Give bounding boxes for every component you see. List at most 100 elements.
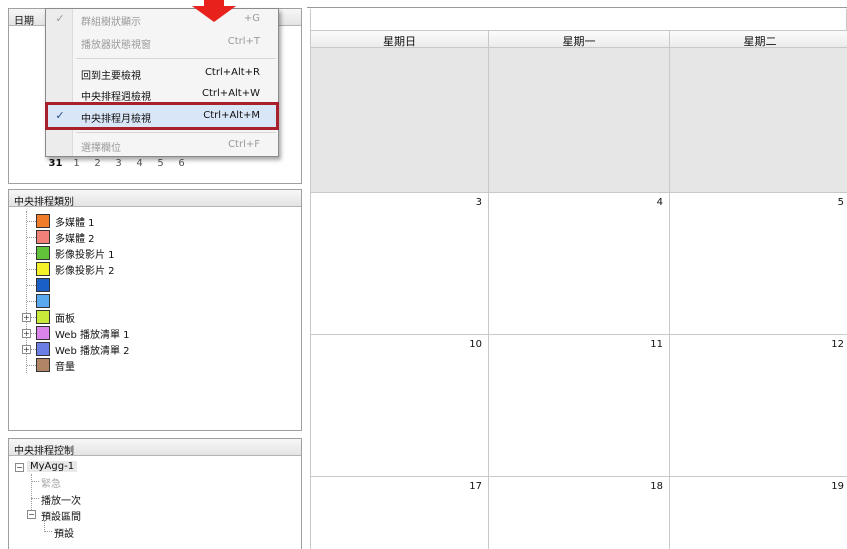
day-cell[interactable]: 18 — [488, 477, 669, 549]
menu-item-group-tree-view[interactable]: ✓ 群組樹狀顯示 +G — [46, 9, 278, 29]
month-calendar: 星期日 星期一 星期二 3 4 5 10 11 12 17 18 19 — [307, 0, 847, 549]
category-label: 影像投影片 2 — [55, 265, 115, 277]
day-cell[interactable]: 17 — [310, 477, 488, 549]
control-item-emergency[interactable]: 緊急 — [41, 475, 61, 490]
category-label: 多媒體 1 — [55, 217, 95, 229]
menu-item-label: 中央排程月檢視 — [81, 114, 151, 125]
calendar-title-area — [310, 9, 847, 30]
expand-icon[interactable]: + — [22, 345, 31, 354]
week-row: 17 18 19 — [310, 477, 847, 549]
category-panel-title: 中央排程類別 — [9, 190, 301, 208]
mini-calendar-day[interactable]: 6 — [171, 158, 192, 169]
tree-connector — [27, 301, 36, 302]
mini-calendar-day[interactable]: 1 — [66, 158, 87, 169]
category-color-swatch — [36, 278, 50, 292]
day-cell[interactable]: 19 — [669, 477, 847, 549]
control-panel-title: 中央排程控制 — [9, 439, 301, 457]
tree-connector — [27, 221, 36, 222]
day-number: 17 — [469, 481, 482, 492]
check-icon: ✓ — [55, 109, 65, 122]
day-cell[interactable]: 3 — [310, 193, 488, 335]
day-number: 10 — [469, 339, 482, 350]
expand-icon[interactable]: + — [22, 313, 31, 322]
category-color-swatch — [36, 326, 50, 340]
control-item-play-once[interactable]: 播放一次 — [41, 492, 81, 507]
category-color-swatch — [36, 310, 50, 324]
day-number: 11 — [650, 339, 663, 350]
day-header-monday: 星期一 — [488, 30, 669, 48]
menu-item-return-main-view[interactable]: 回到主要檢視 Ctrl+Alt+R — [46, 63, 278, 83]
category-item[interactable]: 影像投影片 2 — [36, 261, 115, 277]
menu-item-week-view[interactable]: 中央排程週檢視 Ctrl+Alt+W — [46, 84, 278, 104]
day-cell[interactable] — [310, 48, 488, 193]
category-item[interactable] — [36, 277, 55, 293]
category-color-swatch — [36, 246, 50, 260]
category-label: 影像投影片 1 — [55, 249, 115, 261]
collapse-icon[interactable]: − — [15, 463, 24, 472]
category-item[interactable]: 音量 — [36, 357, 75, 373]
day-number: 5 — [837, 197, 844, 208]
category-item[interactable] — [36, 293, 55, 309]
menu-item-label: 中央排程週檢視 — [81, 92, 151, 103]
day-cell[interactable]: 5 — [669, 193, 847, 335]
category-color-swatch — [36, 230, 50, 244]
expand-icon[interactable]: + — [22, 329, 31, 338]
control-item-default-range[interactable]: 預設區間 — [41, 508, 81, 523]
menu-item-shortcut: Ctrl+Alt+M — [203, 110, 260, 121]
day-cell[interactable]: 12 — [669, 335, 847, 477]
day-header-row: 星期日 星期一 星期二 — [310, 30, 847, 48]
menu-item-month-view[interactable]: ✓ 中央排程月檢視 Ctrl+Alt+M — [45, 102, 279, 130]
mini-calendar-day[interactable]: 4 — [129, 158, 150, 169]
schedule-control-panel: 中央排程控制 − MyAgg-1 緊急 播放一次 − 預設區間 預設 — [8, 438, 302, 549]
menu-item-label: 選擇欄位 — [81, 143, 121, 154]
week-row — [310, 48, 847, 193]
mini-calendar-day[interactable]: 3 — [108, 158, 129, 169]
category-item[interactable]: 面板 — [36, 309, 75, 325]
category-color-swatch — [36, 214, 50, 228]
red-arrow-icon — [192, 0, 236, 22]
tree-connector — [44, 531, 52, 532]
category-color-swatch — [36, 262, 50, 276]
category-label: Web 播放清單 2 — [55, 345, 130, 357]
category-item[interactable]: Web 播放清單 2 — [36, 341, 130, 357]
day-cell[interactable]: 11 — [488, 335, 669, 477]
menu-item-label: 播放器狀態視窗 — [81, 40, 151, 51]
menu-item-shortcut: Ctrl+F — [228, 139, 260, 150]
category-color-swatch — [36, 342, 50, 356]
tree-connector — [27, 269, 36, 270]
aggregate-root[interactable]: MyAgg-1 — [27, 461, 78, 472]
mini-calendar-day[interactable]: 5 — [150, 158, 171, 169]
menu-separator — [76, 132, 276, 133]
category-label: Web 播放清單 1 — [55, 329, 130, 341]
tree-connector — [31, 498, 39, 499]
week-row: 10 11 12 — [310, 335, 847, 477]
tree-connector — [31, 474, 32, 514]
menu-item-player-status-window[interactable]: 播放器狀態視窗 Ctrl+T — [46, 32, 278, 52]
day-cell[interactable] — [669, 48, 847, 193]
collapse-icon[interactable]: − — [27, 510, 36, 519]
mini-calendar-day[interactable]: 31 — [45, 158, 66, 169]
category-color-swatch — [36, 294, 50, 308]
schedule-category-panel: 中央排程類別 多媒體 1 多媒體 2 影像投影片 1 影像投影片 2 面板 + Web 播放… — [8, 189, 302, 431]
menu-item-choose-columns[interactable]: 選擇欄位 Ctrl+F — [46, 135, 278, 155]
category-item[interactable]: 影像投影片 1 — [36, 245, 115, 261]
category-label: 音量 — [55, 361, 75, 373]
category-item[interactable]: 多媒體 1 — [36, 213, 95, 229]
day-cell[interactable] — [488, 48, 669, 193]
tree-connector — [27, 237, 36, 238]
day-header-sunday: 星期日 — [310, 30, 488, 48]
menu-item-shortcut: Ctrl+Alt+W — [202, 88, 260, 99]
mini-calendar-day[interactable]: 2 — [87, 158, 108, 169]
tree-connector — [27, 365, 36, 366]
control-item-default[interactable]: 預設 — [54, 525, 74, 540]
day-cell[interactable]: 4 — [488, 193, 669, 335]
category-item[interactable]: 多媒體 2 — [36, 229, 95, 245]
day-number: 19 — [831, 481, 844, 492]
day-cell[interactable]: 10 — [310, 335, 488, 477]
category-item[interactable]: Web 播放清單 1 — [36, 325, 130, 341]
check-icon: ✓ — [55, 12, 65, 25]
day-header-tuesday: 星期二 — [669, 30, 847, 48]
category-label: 面板 — [55, 313, 75, 325]
menu-item-shortcut: Ctrl+Alt+R — [204, 67, 260, 78]
week-row: 3 4 5 — [310, 193, 847, 335]
